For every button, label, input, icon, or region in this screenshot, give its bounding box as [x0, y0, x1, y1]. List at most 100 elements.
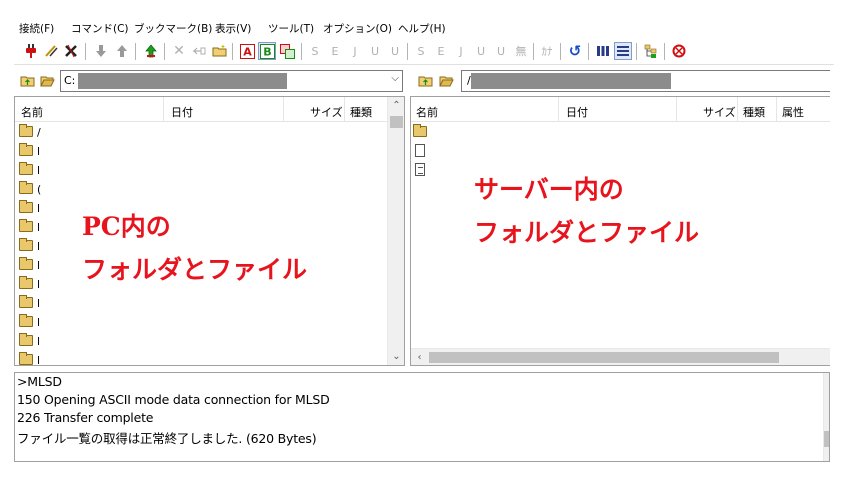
list-item[interactable]: l [17, 351, 77, 366]
local-kanji-utf8-icon[interactable]: U [472, 42, 490, 60]
remote-path-combo[interactable]: / [461, 70, 830, 92]
list-item[interactable]: l [17, 218, 77, 237]
list-item[interactable]: / [17, 123, 77, 142]
list-view-icon[interactable] [594, 42, 612, 60]
stop-icon[interactable] [670, 42, 688, 60]
kanji-utf8bom-icon[interactable]: U [386, 42, 404, 60]
local-open-folder-icon[interactable] [38, 73, 56, 89]
detail-view-icon[interactable] [614, 42, 632, 60]
remote-horizontal-scrollbar[interactable]: ‹ [411, 348, 830, 365]
scroll-thumb[interactable] [824, 431, 829, 447]
column-date[interactable]: 日付 [171, 104, 193, 120]
list-item[interactable]: l [17, 161, 77, 180]
folder-icon [19, 333, 33, 346]
menu-view[interactable]: 表示(V) [215, 21, 251, 36]
local-up-folder-icon[interactable] [18, 73, 36, 89]
ascii-mode-icon[interactable]: A [238, 42, 256, 60]
list-item[interactable] [411, 123, 471, 142]
local-kanji-euc-icon[interactable]: E [432, 42, 450, 60]
connect-icon[interactable] [22, 42, 40, 60]
no-conversion-icon[interactable]: 無 [512, 42, 530, 60]
kanji-sjis-icon[interactable]: S [306, 42, 324, 60]
kanji-euc-icon[interactable]: E [326, 42, 344, 60]
column-date[interactable]: 日付 [566, 104, 588, 120]
rename-icon[interactable] [190, 42, 208, 60]
menu-connect[interactable]: 接続(F) [19, 21, 54, 36]
folder-icon [19, 314, 33, 327]
list-item[interactable]: l [17, 332, 77, 351]
new-folder-icon[interactable] [210, 42, 228, 60]
local-vertical-scrollbar[interactable]: ⌃ ⌄ [387, 97, 404, 365]
binary-label: B [263, 45, 271, 58]
list-item[interactable] [411, 142, 471, 161]
list-item[interactable]: l [17, 199, 77, 218]
list-item[interactable]: l [17, 142, 77, 161]
item-name: l [37, 335, 41, 348]
scroll-left-icon[interactable]: ‹ [411, 349, 428, 365]
menu-help[interactable]: ヘルプ(H) [398, 21, 446, 36]
scroll-up-icon[interactable]: ⌃ [388, 97, 404, 114]
menu-options[interactable]: オプション(O) [323, 21, 392, 36]
local-kanji-sjis-icon[interactable]: S [412, 42, 430, 60]
log-vertical-scrollbar[interactable] [823, 373, 829, 461]
kanji-jis-icon[interactable]: J [346, 42, 364, 60]
remote-overlay-line2: フォルダとファイル [474, 218, 700, 247]
list-item[interactable] [411, 161, 471, 180]
tree-view-icon[interactable] [642, 42, 660, 60]
chevron-down-icon[interactable]: ⌵ [391, 73, 399, 84]
scroll-thumb[interactable] [390, 116, 403, 128]
binary-mode-icon[interactable]: B [258, 42, 276, 60]
local-kanji-jis-icon[interactable]: J [452, 42, 470, 60]
column-type[interactable]: 種類 [743, 104, 765, 120]
quick-connect-icon[interactable] [42, 42, 60, 60]
redacted-path [78, 73, 287, 89]
column-name[interactable]: 名前 [21, 104, 43, 120]
file-icon [415, 144, 425, 157]
kanji-utf8-icon[interactable]: U [366, 42, 384, 60]
menu-tools[interactable]: ツール(T) [268, 21, 314, 36]
scroll-down-icon[interactable]: ⌄ [388, 348, 404, 365]
delete-icon[interactable]: ✕ [170, 42, 188, 60]
menu-command[interactable]: コマンド(C) [71, 21, 129, 36]
item-name: l [37, 221, 41, 234]
log-panel[interactable]: >MLSD 150 Opening ASCII mode data connec… [14, 372, 830, 462]
column-size[interactable]: サイズ [703, 104, 736, 120]
list-item[interactable]: l [17, 237, 77, 256]
local-path-combo[interactable]: C: ⌵ [60, 70, 403, 92]
scroll-thumb[interactable] [429, 352, 779, 363]
list-item[interactable]: l [17, 256, 77, 275]
auto-mode-icon[interactable] [278, 42, 296, 60]
column-type[interactable]: 種類 [350, 104, 372, 120]
ascii-label: A [243, 45, 252, 58]
menu-bar: 接続(F) コマンド(C) ブックマーク(B) 表示(V) ツール(T) オプシ… [0, 0, 845, 38]
column-name[interactable]: 名前 [416, 104, 438, 120]
mirror-upload-icon[interactable] [142, 42, 160, 60]
list-item[interactable]: l [17, 275, 77, 294]
remote-overlay-line1: サーバー内の [474, 175, 624, 204]
refresh-icon[interactable]: ↺ [566, 42, 584, 60]
download-icon[interactable] [92, 42, 110, 60]
remote-list-header: 名前 日付 サイズ 種類 属性 [411, 97, 830, 122]
item-name: ( [37, 183, 42, 196]
log-line: 150 Opening ASCII mode data connection f… [17, 392, 330, 407]
item-name: l [37, 316, 41, 329]
remote-file-list[interactable]: 名前 日付 サイズ 種類 属性 サーバー内の フォルダとファイル ‹ [410, 96, 830, 366]
column-attributes[interactable]: 属性 [782, 104, 804, 120]
list-item[interactable]: l [17, 313, 77, 332]
folder-icon [19, 352, 33, 365]
folder-icon [19, 276, 33, 289]
menu-bookmark[interactable]: ブックマーク(B) [134, 21, 212, 36]
local-file-list[interactable]: 名前 日付 サイズ 種類 / l l ( l l l l l l l l l P… [14, 96, 405, 366]
list-item[interactable]: l [17, 294, 77, 313]
remote-up-folder-icon[interactable] [416, 73, 434, 89]
kana-conversion-icon[interactable]: ｶﾅ [538, 42, 556, 60]
list-item[interactable]: ( [17, 180, 77, 199]
upload-icon[interactable] [113, 42, 131, 60]
column-size[interactable]: サイズ [310, 104, 343, 120]
disconnect-icon[interactable] [62, 42, 80, 60]
item-name: l [37, 354, 41, 366]
folder-icon [413, 124, 427, 137]
remote-open-folder-icon[interactable] [437, 73, 455, 89]
local-kanji-utf8bom-icon[interactable]: U [492, 42, 510, 60]
item-name: l [37, 259, 41, 272]
